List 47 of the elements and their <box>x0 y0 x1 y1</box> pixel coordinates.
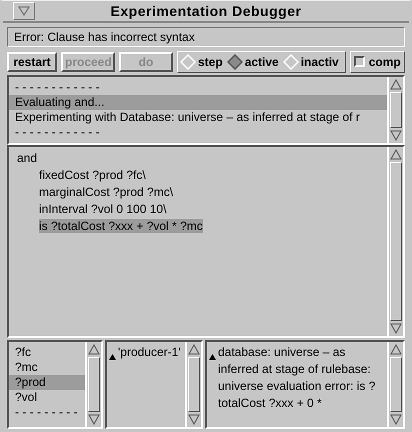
scroll-down-arrow-icon[interactable] <box>390 323 402 334</box>
code-line: and <box>17 150 38 165</box>
mode-radio-button[interactable]: step <box>180 52 223 71</box>
variable-item[interactable]: ?prod <box>9 375 85 390</box>
scrollbar[interactable] <box>185 342 201 427</box>
window-title: Experimentation Debugger <box>110 2 302 21</box>
variable-item[interactable]: - - - - - - - - - <box>9 405 85 420</box>
message-text: database: universe – as inferred at stage of rulebase: universe evaluation error: is ?totalCost ?xxx + 0 * <box>218 345 376 410</box>
value-text: 'producer-1' <box>118 345 181 360</box>
variable-item[interactable]: ?vol <box>9 390 85 406</box>
scrollbar-thumb[interactable] <box>88 357 100 412</box>
down-triangle-icon <box>18 6 30 16</box>
code-line: fixedCost ?prod ?fc\ <box>39 168 146 182</box>
diamond-radio-icon[interactable] <box>226 54 243 70</box>
scroll-down-arrow-icon[interactable] <box>390 130 402 141</box>
scroll-up-arrow-icon[interactable] <box>390 148 402 160</box>
mode-radio-button[interactable]: active <box>226 52 279 71</box>
scrollbar-thumb[interactable] <box>390 357 402 412</box>
scroll-up-arrow-icon[interactable] <box>390 78 402 90</box>
trace-line[interactable]: Experimenting with Database: universe – as inferred at stage of r <box>9 110 387 125</box>
code-line: marginalCost ?prod ?mc\ <box>39 184 174 199</box>
code-line: inInterval ?vol 0 100 10\ <box>39 202 166 216</box>
trace-line[interactable]: - - - - - - - - - - - - <box>9 80 387 95</box>
text-cursor-icon <box>109 354 116 360</box>
scrollbar-thumb[interactable] <box>188 357 200 412</box>
scrollbar[interactable] <box>85 342 101 427</box>
mode-radio-button[interactable]: inactiv <box>282 52 339 71</box>
scroll-down-arrow-icon[interactable] <box>390 414 402 425</box>
scrollbar[interactable] <box>387 76 403 143</box>
variable-item[interactable]: ?fc <box>9 345 85 360</box>
trace-line[interactable]: - - - - - - - - - - - - <box>9 124 387 140</box>
comp-checkbox[interactable]: comp <box>350 50 405 73</box>
scrollbar-thumb[interactable] <box>390 92 402 128</box>
scrollbar[interactable] <box>387 342 403 427</box>
variable-item[interactable]: ?mc <box>9 360 85 376</box>
scroll-up-arrow-icon[interactable] <box>88 344 100 356</box>
scroll-up-arrow-icon[interactable] <box>188 344 200 356</box>
scroll-down-arrow-icon[interactable] <box>188 414 200 425</box>
scrollbar[interactable] <box>387 146 403 336</box>
window-menu-button[interactable] <box>13 2 35 20</box>
error-message-field: Error: Clause has incorrect syntax <box>7 27 405 47</box>
text-cursor-icon <box>209 354 216 360</box>
clause-editor[interactable]: and fixedCost ?prod ?fc\ marginalCost ?prod ?mc\ inInterval ?vol 0 100 10\ is ?totalCost ?xxx + ?vol * ?mc <box>7 144 405 338</box>
toolbar-button[interactable]: restart <box>7 52 57 72</box>
scrollbar-thumb[interactable] <box>390 162 402 322</box>
scroll-down-arrow-icon[interactable] <box>88 414 100 425</box>
scroll-up-arrow-icon[interactable] <box>390 344 402 356</box>
